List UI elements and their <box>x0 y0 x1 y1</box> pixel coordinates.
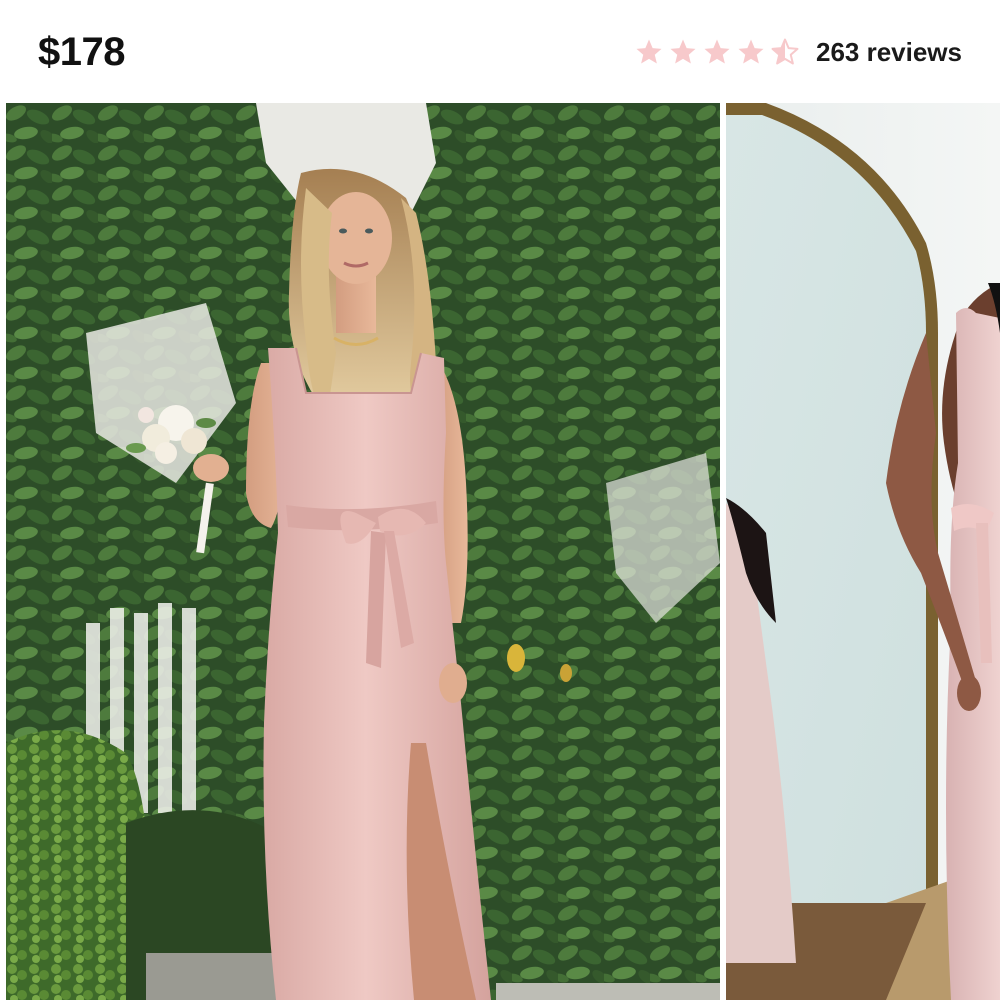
half-star-icon <box>771 38 799 65</box>
gallery-left-gutter <box>0 103 6 1000</box>
product-price: $178 <box>38 30 125 74</box>
star-icon <box>636 39 662 64</box>
reviews-count-link[interactable]: 263 reviews <box>816 32 962 72</box>
star-icon <box>670 39 696 64</box>
rating-summary[interactable]: 263 reviews <box>634 32 962 72</box>
product-image-gallery[interactable] <box>0 103 1000 1000</box>
product-header: $178 263 reviews <box>0 0 1000 103</box>
star-icon <box>704 39 730 64</box>
star-icon <box>738 39 764 64</box>
product-photo-main[interactable] <box>6 103 720 1000</box>
product-photo-secondary[interactable] <box>726 103 1000 1000</box>
star-rating <box>634 37 804 67</box>
